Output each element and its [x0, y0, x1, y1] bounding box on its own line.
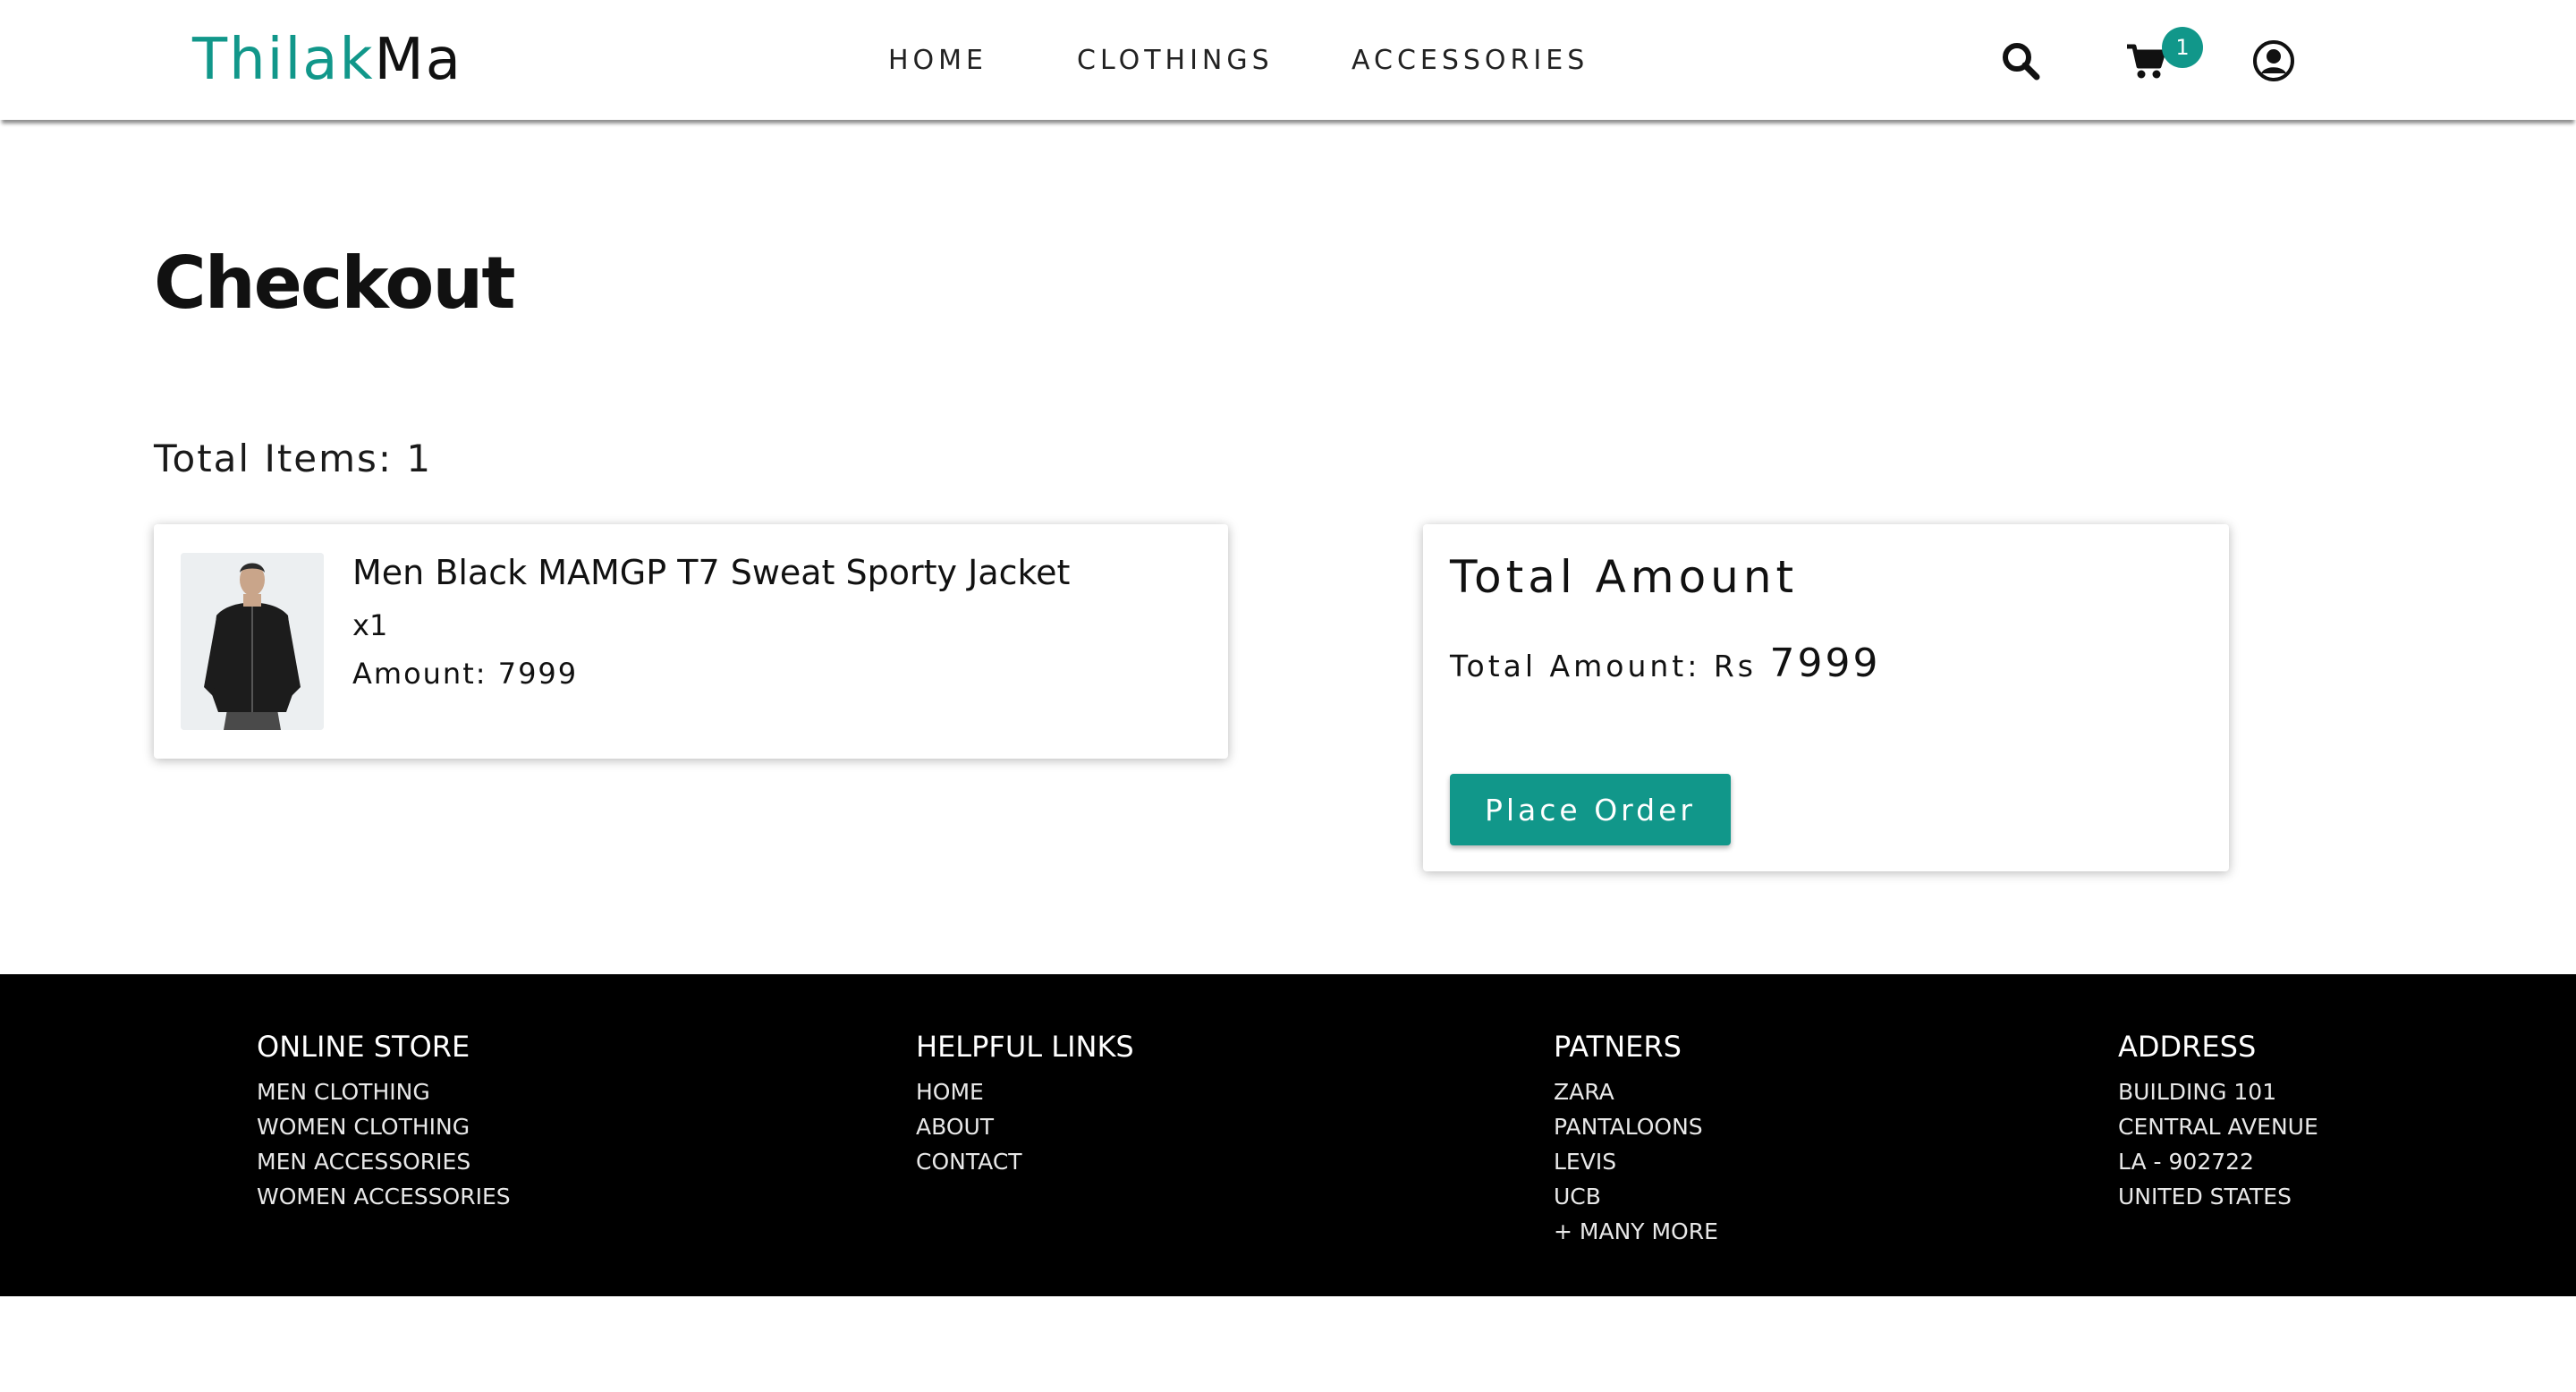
address-line: CENTRAL AVENUE [2118, 1114, 2318, 1140]
footer-link[interactable]: MEN CLOTHING [257, 1074, 511, 1109]
search-icon[interactable] [1999, 39, 2042, 82]
footer-link[interactable]: WOMEN ACCESSORIES [257, 1179, 511, 1214]
cart-item-card: Men Black MAMGP T7 Sweat Sporty Jacket x… [154, 524, 1228, 759]
footer-column-partners: PATNERS ZARA PANTALOONS LEVIS UCB + MANY… [1554, 1030, 1718, 1249]
footer-link[interactable]: PANTALOONS [1554, 1109, 1718, 1144]
footer-column-address: ADDRESS BUILDING 101 CENTRAL AVENUE LA -… [2118, 1030, 2318, 1214]
footer-link[interactable]: UCB [1554, 1179, 1718, 1214]
footer-link[interactable]: + MANY MORE [1554, 1214, 1718, 1249]
product-amount: Amount: 7999 [352, 657, 579, 691]
place-order-button[interactable]: Place Order [1450, 774, 1731, 845]
footer-link[interactable]: HOME [916, 1074, 1134, 1109]
product-quantity: x1 [352, 608, 388, 642]
address-line: LA - 902722 [2118, 1149, 2254, 1175]
footer-column-title: ADDRESS [2118, 1030, 2257, 1064]
total-amount-value: 7999 [1769, 641, 1881, 686]
total-items-count: Total Items: 1 [154, 437, 433, 480]
nav-clothings[interactable]: CLOTHINGS [1077, 45, 1274, 76]
nav-accessories[interactable]: ACCESSORIES [1352, 45, 1589, 76]
footer-link[interactable]: ZARA [1554, 1074, 1718, 1109]
total-amount-line: Total Amount: Rs 7999 [1450, 641, 1880, 686]
address-line: BUILDING 101 [2118, 1079, 2277, 1105]
footer-column-title: PATNERS [1554, 1030, 1682, 1064]
logo-part-ma: Ma [374, 27, 462, 93]
product-image[interactable] [181, 553, 324, 730]
site-logo[interactable]: ThilakMa [192, 27, 462, 93]
footer-link[interactable]: CONTACT [916, 1144, 1134, 1179]
logo-part-thilak: Thilak [192, 27, 375, 93]
footer-column-helpful-links: HELPFUL LINKS HOME ABOUT CONTACT [916, 1030, 1134, 1179]
nav-home[interactable]: HOME [888, 45, 987, 76]
footer-link[interactable]: WOMEN CLOTHING [257, 1109, 511, 1144]
footer-link[interactable]: LEVIS [1554, 1144, 1718, 1179]
product-name[interactable]: Men Black MAMGP T7 Sweat Sporty Jacket [352, 553, 1070, 592]
footer-column-title: ONLINE STORE [257, 1030, 470, 1064]
cart-count-badge: 1 [2162, 27, 2203, 68]
footer-link[interactable]: MEN ACCESSORIES [257, 1144, 511, 1179]
footer-column-online-store: ONLINE STORE MEN CLOTHING WOMEN CLOTHING… [257, 1030, 511, 1214]
top-navbar: ThilakMa HOME CLOTHINGS ACCESSORIES 1 [0, 0, 2576, 120]
summary-heading: Total Amount [1450, 551, 1799, 603]
footer-link[interactable]: ABOUT [916, 1109, 1134, 1144]
order-summary-card: Total Amount Total Amount: Rs 7999 Place… [1423, 524, 2229, 871]
site-footer: ONLINE STORE MEN CLOTHING WOMEN CLOTHING… [0, 974, 2576, 1296]
footer-column-title: HELPFUL LINKS [916, 1030, 1134, 1064]
address-line: UNITED STATES [2118, 1184, 2292, 1210]
page-title: Checkout [154, 242, 516, 325]
total-amount-label: Total Amount: Rs [1450, 649, 1770, 683]
user-icon[interactable] [2252, 39, 2295, 82]
